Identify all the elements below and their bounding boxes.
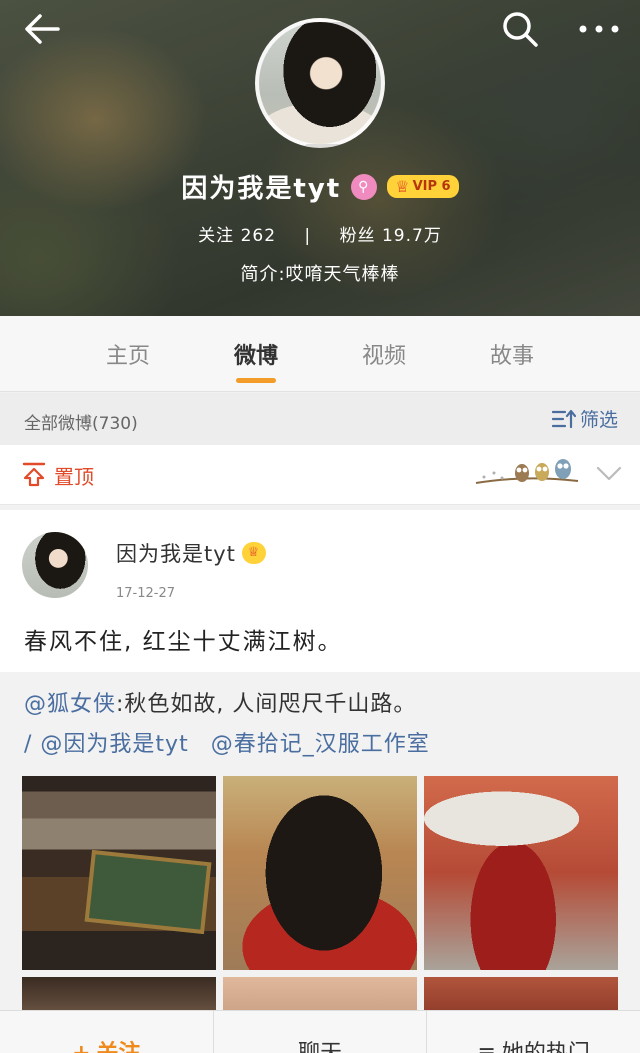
chat-label: 聊天 <box>298 1041 342 1053</box>
crown-icon: ♕ <box>395 177 410 196</box>
feed-filter-bar: 全部微博(730) 筛选 <box>0 393 640 445</box>
weibo-post[interactable]: 因为我是tyt ♕ 17-12-27 春风不住, 红尘十丈满江树。 @狐女侠:秋… <box>0 510 640 1017</box>
chevron-down-icon[interactable] <box>596 465 622 483</box>
followers-stat[interactable]: 粉丝 19.7万 <box>340 226 442 246</box>
post-author-row: 因为我是tyt ♕ <box>116 538 266 568</box>
profile-stats: 关注 262 | 粉丝 19.7万 <box>0 221 640 246</box>
tab-video[interactable]: 视频 <box>320 316 448 391</box>
vip-badge[interactable]: ♕ VIP 6 <box>387 175 459 198</box>
mention-link-2[interactable]: @春拾记_汉服工作室 <box>211 732 430 757</box>
owls-decoration-icon <box>475 459 579 484</box>
post-photo-1[interactable] <box>22 776 216 970</box>
repost-block[interactable]: @狐女侠:秋色如故, 人间咫尺千山路。 / @因为我是tyt @春拾记_汉服工作… <box>0 672 640 1017</box>
bottom-action-bar: + 关注 聊天 ≡ 她的热门 <box>0 1010 640 1053</box>
pinned-label: 置顶 <box>54 465 94 489</box>
mention-link-1[interactable]: @因为我是tyt <box>40 732 188 757</box>
more-icon[interactable] <box>576 14 622 44</box>
search-icon[interactable] <box>500 10 540 48</box>
profile-bio: 简介:哎唷天气棒棒 <box>240 264 400 285</box>
her-hot-label: 她的热门 <box>502 1041 590 1053</box>
followers-count: 19.7万 <box>381 226 442 246</box>
crown-icon[interactable]: ♕ <box>241 542 266 564</box>
all-weibo-label[interactable]: 全部微博(730) <box>24 409 138 434</box>
filter-icon <box>551 409 576 428</box>
post-photo-3[interactable] <box>424 776 618 970</box>
tab-story[interactable]: 故事 <box>448 316 576 391</box>
pin-icon <box>22 462 46 487</box>
followers-label: 粉丝 <box>339 226 376 246</box>
post-avatar[interactable] <box>22 532 88 598</box>
tab-weibo[interactable]: 微博 <box>192 316 320 391</box>
profile-header: 因为我是tyt ⚲ ♕ VIP 6 关注 262 | 粉丝 19.7万 简介:哎… <box>0 0 640 316</box>
pinned-bar[interactable]: 置顶 <box>0 445 640 505</box>
post-photo-2[interactable] <box>223 776 417 970</box>
photo-sign <box>84 849 212 935</box>
filter-button[interactable]: 筛选 <box>551 405 618 432</box>
filter-label: 筛选 <box>579 409 618 431</box>
post-author[interactable]: 因为我是tyt <box>116 538 236 568</box>
repost-line-2: / @因为我是tyt @春拾记_汉服工作室 <box>24 726 430 758</box>
repost-author-link[interactable]: @狐女侠 <box>24 692 116 717</box>
following-count: 262 <box>240 226 277 246</box>
repost-text: :秋色如故, 人间咫尺千山路。 <box>116 692 417 717</box>
profile-avatar[interactable] <box>255 18 385 148</box>
verified-icon[interactable]: ⚲ <box>351 173 378 200</box>
follow-button[interactable]: + 关注 <box>0 1011 214 1053</box>
profile-name: 因为我是tyt <box>181 174 342 204</box>
post-text: 春风不住, 红尘十丈满江树。 <box>24 629 343 655</box>
profile-tabs: 主页 微博 视频 故事 <box>0 316 640 392</box>
menu-icon: ≡ <box>477 1041 495 1053</box>
repost-line-1: @狐女侠:秋色如故, 人间咫尺千山路。 <box>24 686 416 718</box>
post-date: 17-12-27 <box>116 586 176 601</box>
vip-label: VIP 6 <box>412 179 451 194</box>
her-hot-button[interactable]: ≡ 她的热门 <box>427 1011 640 1053</box>
plus-icon: + <box>72 1041 90 1053</box>
profile-name-row: 因为我是tyt ⚲ ♕ VIP 6 <box>0 168 640 205</box>
following-label: 关注 <box>198 226 235 246</box>
chat-button[interactable]: 聊天 <box>214 1011 428 1053</box>
repost-slash: / <box>24 732 33 757</box>
tab-home[interactable]: 主页 <box>64 316 192 391</box>
back-arrow-icon[interactable] <box>22 12 62 46</box>
stats-separator: | <box>304 226 312 246</box>
following-stat[interactable]: 关注 262 <box>198 226 282 246</box>
follow-label: 关注 <box>97 1041 141 1053</box>
